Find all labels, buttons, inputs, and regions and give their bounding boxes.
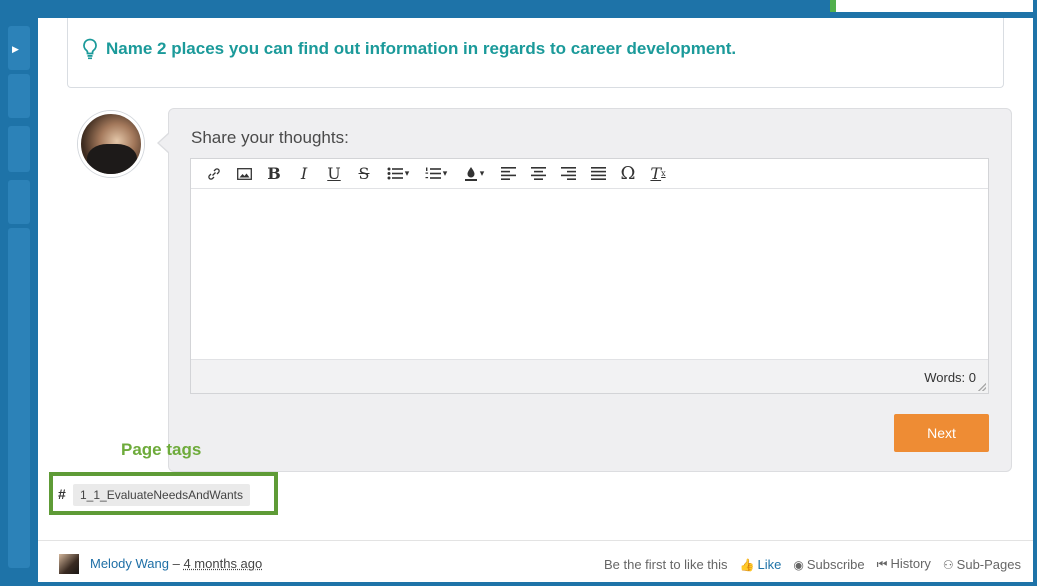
bottom-border	[0, 582, 1037, 586]
subscribe-link[interactable]: ◉ Subscribe	[793, 557, 864, 572]
question-box: Name 2 places you can find out informati…	[67, 18, 1004, 88]
bold-icon[interactable]: B	[259, 162, 289, 186]
rail-tab-5[interactable]	[8, 228, 30, 568]
tag-chip[interactable]: 1_1_EvaluateNeedsAndWants	[73, 484, 250, 506]
rail-tab-3[interactable]	[8, 126, 30, 172]
align-right-icon[interactable]	[553, 162, 583, 186]
image-icon[interactable]	[229, 162, 259, 186]
editor-toolbar: B I U S Ω Tx	[191, 159, 988, 189]
share-thoughts-label: Share your thoughts:	[191, 128, 349, 147]
author-avatar[interactable]	[59, 554, 79, 574]
question-text: Name 2 places you can find out informati…	[106, 39, 737, 58]
resize-handle-icon[interactable]	[978, 383, 986, 391]
editor-text-area[interactable]	[191, 190, 988, 360]
sub-pages-link[interactable]: ⚇ Sub-Pages	[943, 557, 1021, 572]
lightbulb-icon	[83, 38, 97, 60]
author-time: 4 months ago	[183, 556, 263, 571]
question-heading: Name 2 places you can find out informati…	[82, 38, 736, 60]
top-bar	[0, 0, 1037, 18]
subscribe-icon: ◉	[793, 557, 804, 572]
page-footer: Melody Wang – 4 months ago Be the first …	[38, 540, 1033, 582]
author-name-link[interactable]: Melody Wang	[90, 556, 169, 571]
italic-icon[interactable]: I	[289, 162, 319, 186]
rail-tab-2[interactable]	[8, 74, 30, 118]
word-count: Words: 0	[924, 370, 976, 385]
footer-actions: Be the first to like this 👍 Like ◉ Subscri…	[604, 556, 1021, 572]
expand-arrow-icon[interactable]: ▶	[12, 44, 19, 54]
underline-icon[interactable]: U	[319, 162, 349, 186]
history-link[interactable]: ⏮ History	[877, 556, 931, 572]
user-avatar[interactable]	[78, 111, 144, 177]
sitemap-icon: ⚇	[942, 557, 954, 572]
notification-chip	[830, 0, 1035, 12]
rich-text-editor[interactable]: B I U S Ω Tx Words: 0	[190, 158, 989, 394]
thumbs-up-icon: 👍	[739, 557, 755, 572]
special-char-icon[interactable]: Ω	[613, 162, 643, 186]
editor-status-bar: Words: 0	[191, 359, 988, 393]
author-line: Melody Wang – 4 months ago	[90, 556, 262, 571]
align-left-icon[interactable]	[493, 162, 523, 186]
align-center-icon[interactable]	[523, 162, 553, 186]
justify-icon[interactable]	[583, 162, 613, 186]
bulleted-list-icon[interactable]	[379, 162, 417, 186]
hash-icon: #	[58, 486, 66, 502]
page-tags-label: Page tags	[121, 440, 202, 459]
numbered-list-icon[interactable]	[417, 162, 455, 186]
text-color-icon[interactable]	[455, 162, 493, 186]
next-button[interactable]: Next	[894, 414, 989, 452]
like-prompt: Be the first to like this	[603, 556, 728, 572]
right-border	[1033, 0, 1037, 586]
history-icon: ⏮	[876, 557, 888, 571]
author-separator: –	[169, 556, 184, 571]
rail-tab-4[interactable]	[8, 180, 30, 224]
link-icon[interactable]	[199, 162, 229, 186]
like-button[interactable]: 👍 Like	[740, 557, 782, 572]
strikethrough-icon[interactable]: S	[349, 162, 379, 186]
clear-format-icon[interactable]: Tx	[643, 162, 673, 186]
left-sidebar-rail: ▶	[0, 0, 38, 586]
